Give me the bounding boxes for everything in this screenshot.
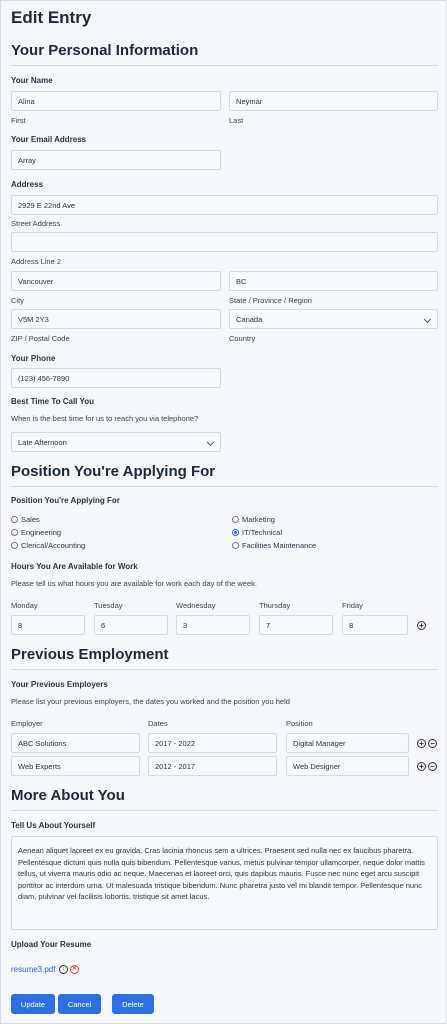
position-label: Position You're Applying For <box>11 496 120 505</box>
phone-input[interactable]: (123) 456-7890 <box>11 368 221 388</box>
tell-us-label: Tell Us About Yourself <box>11 821 96 830</box>
radio-label: Engineering <box>21 528 62 537</box>
divider <box>11 486 438 487</box>
divider <box>11 810 438 811</box>
last-name-input[interactable]: Neymar <box>229 91 438 111</box>
radio-it-technical[interactable]: IT/Technical <box>232 528 282 537</box>
section-heading-position: Position You're Applying For <box>11 463 216 480</box>
street-sublabel: Street Address <box>11 219 61 228</box>
city-input[interactable]: Vancouver <box>11 271 221 291</box>
employer-input[interactable]: Web Experts <box>11 756 140 776</box>
update-button[interactable]: Update <box>11 994 55 1014</box>
address-line2-input[interactable] <box>11 232 438 252</box>
radio-facilities-maintenance[interactable]: Facilities Maintenance <box>232 541 316 550</box>
day-label-friday: Friday <box>342 601 363 610</box>
city-sublabel: City <box>11 296 24 305</box>
position-input[interactable]: Digital Manager <box>286 733 409 753</box>
radio-clerical-accounting[interactable]: Clerical/Accounting <box>11 541 85 550</box>
remove-row-icon[interactable]: − <box>428 762 437 771</box>
section-heading-employment: Previous Employment <box>11 646 169 663</box>
zip-sublabel: ZIP / Postal Code <box>11 334 70 343</box>
best-time-label: Best Time To Call You <box>11 397 94 406</box>
state-sublabel: State / Province / Region <box>229 296 312 305</box>
state-input[interactable]: BC <box>229 271 438 291</box>
page-title: Edit Entry <box>11 8 92 27</box>
resume-label: Upload Your Resume <box>11 940 92 949</box>
day-label-wednesday: Wednesday <box>176 601 216 610</box>
email-label: Your Email Address <box>11 135 87 144</box>
radio-marketing[interactable]: Marketing <box>232 515 275 524</box>
email-input[interactable]: Array <box>11 150 221 170</box>
radio-label: Sales <box>21 515 40 524</box>
hours-input-wednesday[interactable]: 3 <box>176 615 250 635</box>
country-sublabel: Country <box>229 334 256 343</box>
employers-description: Please list your previous employers, the… <box>11 697 290 706</box>
divider <box>11 65 438 66</box>
best-time-description: When is the best time for us to reach yo… <box>11 414 199 423</box>
hours-input-tuesday[interactable]: 6 <box>94 615 168 635</box>
zip-input[interactable]: V5M 2Y3 <box>11 309 221 329</box>
hours-label: Hours You Are Available for Work <box>11 562 138 571</box>
dates-input[interactable]: 2012 - 2017 <box>148 756 277 776</box>
day-label-thursday: Thursday <box>259 601 291 610</box>
street-address-input[interactable]: 2929 E 22nd Ave <box>11 195 438 215</box>
remove-file-icon[interactable]: ✕ <box>70 965 79 974</box>
day-label-tuesday: Tuesday <box>94 601 123 610</box>
day-label-monday: Monday <box>11 601 38 610</box>
add-row-icon[interactable]: + <box>417 762 426 771</box>
radio-sales[interactable]: Sales <box>11 515 40 524</box>
last-sublabel: Last <box>229 116 244 125</box>
column-header-position: Position <box>286 719 313 728</box>
section-heading-about: More About You <box>11 787 125 804</box>
hours-input-monday[interactable]: 8 <box>11 615 85 635</box>
radio-label: Marketing <box>242 515 275 524</box>
column-header-employer: Employer <box>11 719 43 728</box>
radio-label: Facilities Maintenance <box>242 541 317 550</box>
address-label: Address <box>11 180 44 189</box>
first-name-input[interactable]: Alina <box>11 91 221 111</box>
cancel-button[interactable]: Cancel <box>58 994 101 1014</box>
dates-input[interactable]: 2017 - 2022 <box>148 733 277 753</box>
line2-sublabel: Address Line 2 <box>11 257 62 266</box>
column-header-dates: Dates <box>148 719 168 728</box>
delete-button[interactable]: Delete <box>112 994 154 1014</box>
phone-label: Your Phone <box>11 354 56 363</box>
edit-entry-page: Edit Entry Your Personal Information You… <box>0 0 447 1024</box>
employers-label: Your Previous Employers <box>11 680 108 689</box>
radio-engineering[interactable]: Engineering <box>11 528 61 537</box>
about-textarea[interactable]: Aenean aliquet laoreet ex eu gravida. Cr… <box>11 836 438 930</box>
divider <box>11 669 438 670</box>
remove-row-icon[interactable]: − <box>428 739 437 748</box>
resume-file-link[interactable]: resume3.pdf <box>11 965 55 974</box>
add-row-icon[interactable]: + <box>417 739 426 748</box>
section-heading-personal: Your Personal Information <box>11 42 199 59</box>
hours-input-friday[interactable]: 8 <box>342 615 408 635</box>
name-label: Your Name <box>11 76 53 85</box>
country-select[interactable]: Canada <box>229 309 438 329</box>
first-sublabel: First <box>11 116 26 125</box>
add-row-icon[interactable]: + <box>417 621 426 630</box>
position-input[interactable]: Web Designer <box>286 756 409 776</box>
best-time-select[interactable]: Late Afternoon <box>11 432 221 452</box>
employer-input[interactable]: ABC Solutions <box>11 733 140 753</box>
hours-input-thursday[interactable]: 7 <box>259 615 333 635</box>
radio-label: Clerical/Accounting <box>21 541 86 550</box>
hours-description: Please tell us what hours you are availa… <box>11 579 257 588</box>
download-icon[interactable]: ↓ <box>59 965 68 974</box>
radio-label: IT/Technical <box>242 528 283 537</box>
